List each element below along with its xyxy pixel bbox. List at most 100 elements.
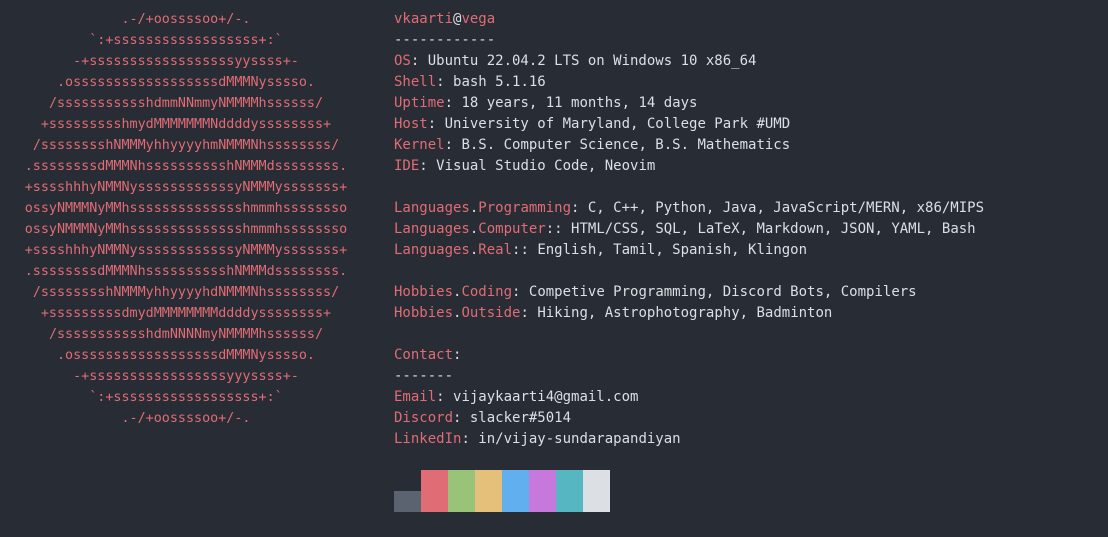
logo-line: -+ssssssssssssssssssyyssss+-	[73, 54, 299, 69]
contact-separator: -------	[394, 368, 454, 384]
color-swatch	[502, 470, 529, 512]
ascii-logo: .-/+oossssoo+/-. `:+ssssssssssssssssss+:…	[0, 9, 372, 429]
info-subkey: Outside	[461, 305, 521, 321]
languages-programming: Languages.Programming: C, C++, Python, J…	[394, 198, 984, 219]
info-key: Languages	[394, 242, 470, 258]
info-value: B.S. Computer Science, B.S. Mathematics	[461, 137, 791, 153]
info-sep: :	[436, 74, 454, 90]
info-value: English, Tamil, Spanish, Klingon	[537, 242, 808, 258]
info-sep: :	[436, 389, 454, 405]
color-palette	[394, 470, 610, 512]
info-value: Visual Studio Code, Neovim	[436, 158, 656, 174]
contact-colon: :	[453, 347, 462, 363]
info-sep: :	[520, 305, 538, 321]
logo-line: ossyNMMMNyMMhsssssssssssssshmmmhssssssso	[24, 201, 348, 216]
info-panel: vkaarti@vega ------------ OS: Ubuntu 22.…	[394, 9, 984, 450]
info-value: University of Maryland, College Park #UM…	[444, 116, 791, 132]
info-host: Host: University of Maryland, College Pa…	[394, 114, 984, 135]
logo-line: /ssssssssssshdmNNNNmyNMMMMhssssss/	[48, 327, 324, 342]
info-ide: IDE: Visual Studio Code, Neovim	[394, 156, 984, 177]
contact-discord: Discord: slacker#5014	[394, 408, 984, 429]
hobbies-outside: Hobbies.Outside: Hiking, Astrophotograph…	[394, 303, 984, 324]
info-sep: :	[444, 95, 462, 111]
contact-email: Email: vijaykaarti4@gmail.com	[394, 387, 984, 408]
info-key: Discord	[394, 410, 454, 426]
info-value: bash 5.1.16	[453, 74, 546, 90]
info-key: Languages	[394, 200, 470, 216]
info-value: HTML/CSS, SQL, LaTeX, Markdown, JSON, YA…	[571, 221, 976, 237]
logo-line: .-/+oossssoo+/-.	[121, 411, 251, 426]
color-swatch	[529, 470, 556, 512]
info-key: Shell	[394, 74, 437, 90]
color-swatch	[556, 470, 583, 512]
info-sep: :	[427, 116, 445, 132]
info-key: IDE	[394, 158, 420, 174]
logo-line: /sssssssshNMMMyhhyyyyhmNMMMNhssssssss/	[32, 138, 340, 153]
logo-line: /sssssssshNMMMyhhyyyyhdNMMMNhssssssss/	[32, 285, 340, 300]
color-swatch	[583, 470, 610, 512]
languages-real: Languages.Real:: English, Tamil, Spanish…	[394, 240, 984, 261]
logo-line: +sssssssssdmydMMMMMMMMddddyssssssss+	[40, 306, 332, 321]
color-swatch	[394, 491, 421, 512]
info-sep: :	[461, 431, 479, 447]
logo-line: .ssssssssdMMMNhsssssssssshNMMMdssssssss.	[24, 264, 348, 279]
user-host-line: vkaarti@vega	[394, 9, 984, 30]
contact-label: Contact	[394, 347, 454, 363]
info-key: Hobbies	[394, 305, 454, 321]
logo-line: .-/+oossssoo+/-.	[121, 12, 251, 27]
username: vkaarti	[394, 11, 454, 27]
color-swatch	[448, 470, 475, 512]
info-sep: :	[444, 137, 462, 153]
logo-line: /ssssssssssshdmmNNmmyNMMMMhssssss/	[48, 96, 324, 111]
contact-linkedin: LinkedIn: in/vijay-sundarapandiyan	[394, 429, 984, 450]
info-key: Host	[394, 116, 428, 132]
logo-line: `:+ssssssssssssssssss+:`	[89, 390, 283, 405]
hobbies-coding: Hobbies.Coding: Competive Programming, D…	[394, 282, 984, 303]
header-separator: ------------	[394, 32, 496, 48]
languages-computer: Languages.Computer:: HTML/CSS, SQL, LaTe…	[394, 219, 984, 240]
logo-line: .ossssssssssssssssssdMMMNysssso.	[57, 348, 315, 363]
info-sep: :	[453, 410, 470, 426]
logo-line: .ssssssssdMMMNhsssssssssshNMMMdssssssss.	[24, 159, 348, 174]
info-value: in/vijay-sundarapandiyan	[478, 431, 681, 447]
info-subkey: Real	[478, 242, 513, 258]
info-value: Competive Programming, Discord Bots, Com…	[528, 284, 917, 300]
hostname: vega	[461, 11, 496, 27]
info-sep: :	[410, 53, 428, 69]
info-value: 18 years, 11 months, 14 days	[461, 95, 698, 111]
info-key: Languages	[394, 221, 470, 237]
info-key: Uptime	[394, 95, 445, 111]
info-sep: ::	[545, 221, 572, 237]
logo-line: +sssshhhyNMMNyssssssssssssyNMMMysssssss+	[24, 243, 348, 258]
info-sep: :	[571, 200, 588, 216]
info-uptime: Uptime: 18 years, 11 months, 14 days	[394, 93, 984, 114]
contact-title: Contact:	[394, 345, 984, 366]
info-value: C, C++, Python, Java, JavaScript/MERN, x…	[587, 200, 985, 216]
info-key: Hobbies	[394, 284, 454, 300]
info-shell: Shell: bash 5.1.16	[394, 72, 984, 93]
info-subkey: Coding	[461, 284, 513, 300]
logo-line: ossyNMMMNyMMhsssssssssssssshmmmhssssssso	[24, 222, 348, 237]
logo-line: -+sssssssssssssssssyyyssss+-	[73, 369, 299, 384]
color-swatch	[475, 470, 502, 512]
logo-line: +ssssssssshmydMMMMMMMNddddyssssssss+	[40, 117, 332, 132]
info-key: LinkedIn	[394, 431, 462, 447]
info-value: vijaykaarti4@gmail.com	[453, 389, 639, 405]
info-sep: ::	[512, 242, 538, 258]
info-os: OS: Ubuntu 22.04.2 LTS on Windows 10 x86…	[394, 51, 984, 72]
info-sep: :	[512, 284, 529, 300]
logo-line: `:+ssssssssssssssssss+:`	[89, 33, 283, 48]
info-subkey: Programming	[478, 200, 572, 216]
info-key: Email	[394, 389, 437, 405]
info-sep: :	[419, 158, 437, 174]
color-swatch	[421, 470, 448, 512]
info-value: slacker#5014	[469, 410, 572, 426]
logo-line: .ossssssssssssssssssdMMMNysssso.	[57, 75, 315, 90]
info-key: OS	[394, 53, 411, 69]
info-subkey: Computer	[478, 221, 546, 237]
logo-line: +sssshhhyNMMNyssssssssssssyNMMMysssssss+	[24, 180, 348, 195]
info-key: Kernel	[394, 137, 445, 153]
